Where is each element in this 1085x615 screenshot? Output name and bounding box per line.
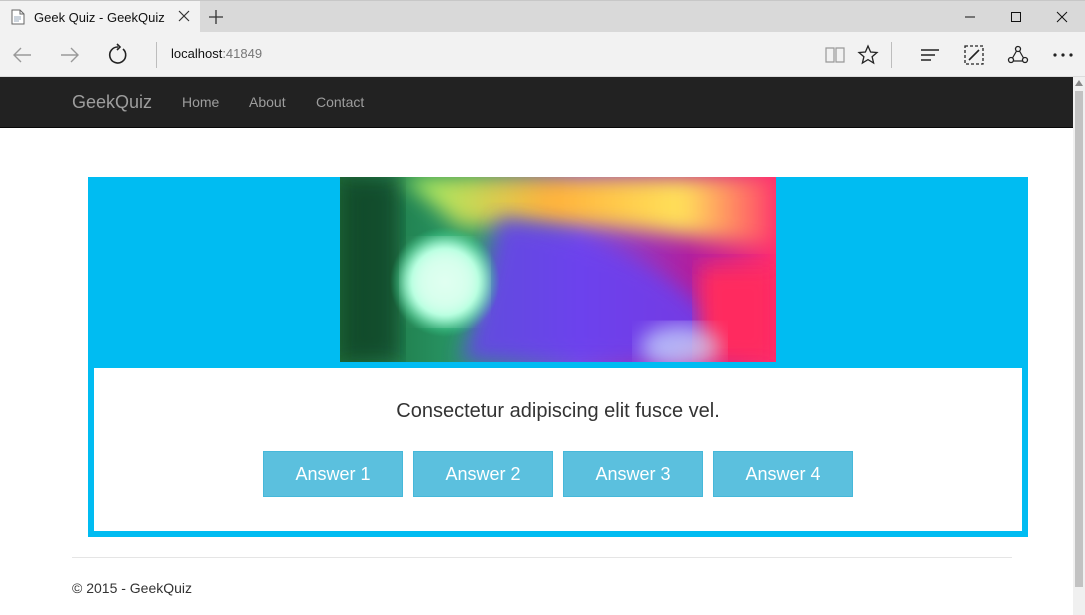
plus-icon[interactable]	[207, 8, 225, 26]
site-navbar: GeekQuiz Home About Contact	[0, 77, 1073, 128]
favorite-star-icon[interactable]	[856, 43, 880, 67]
more-icon[interactable]	[1051, 43, 1075, 67]
browser-tab-strip: Geek Quiz - GeekQuiz	[0, 0, 1085, 33]
page-favicon-icon	[11, 9, 25, 25]
question-text: Consectetur adipiscing elit fusce vel.	[396, 400, 720, 422]
site-brand-link[interactable]: GeekQuiz	[72, 92, 152, 113]
toolbar-divider	[891, 42, 892, 68]
maximize-icon[interactable]	[993, 1, 1039, 33]
answer-1-button[interactable]: Answer 1	[263, 451, 403, 497]
close-icon[interactable]	[176, 8, 192, 24]
page-scrollbar[interactable]	[1073, 77, 1085, 615]
address-bar[interactable]: localhost:41849	[171, 46, 262, 61]
hub-icon[interactable]	[918, 43, 942, 67]
share-icon[interactable]	[1006, 43, 1030, 67]
web-note-icon[interactable]	[962, 43, 986, 67]
quiz-question-panel: Consectetur adipiscing elit fusce vel. A…	[94, 368, 1022, 531]
footer-divider	[72, 557, 1012, 558]
minimize-icon[interactable]	[947, 1, 993, 33]
answer-4-button[interactable]: Answer 4	[713, 451, 853, 497]
quiz-header-image	[340, 177, 776, 362]
refresh-icon[interactable]	[106, 43, 130, 67]
back-icon[interactable]	[10, 43, 34, 67]
address-divider	[156, 42, 157, 68]
scroll-up-arrow-icon[interactable]	[1075, 80, 1083, 86]
tab-title: Geek Quiz - GeekQuiz	[34, 9, 165, 25]
scrollbar-thumb[interactable]	[1075, 91, 1083, 587]
answer-3-button[interactable]: Answer 3	[563, 451, 703, 497]
forward-icon[interactable]	[58, 43, 82, 67]
answer-2-button[interactable]: Answer 2	[413, 451, 553, 497]
nav-home-link[interactable]: Home	[182, 94, 219, 110]
url-port: :41849	[222, 46, 263, 61]
url-host: localhost	[171, 46, 223, 61]
page-viewport: GeekQuiz Home About Contact Consectetur …	[0, 77, 1073, 615]
browser-toolbar: localhost:41849	[0, 32, 1085, 77]
nav-about-link[interactable]: About	[249, 94, 286, 110]
close-window-icon[interactable]	[1039, 1, 1085, 33]
browser-tab[interactable]: Geek Quiz - GeekQuiz	[0, 1, 200, 33]
reading-view-icon[interactable]	[823, 43, 847, 67]
quiz-card: Consectetur adipiscing elit fusce vel. A…	[88, 177, 1028, 537]
footer-copyright: © 2015 - GeekQuiz	[72, 580, 193, 596]
nav-contact-link[interactable]: Contact	[316, 94, 364, 110]
